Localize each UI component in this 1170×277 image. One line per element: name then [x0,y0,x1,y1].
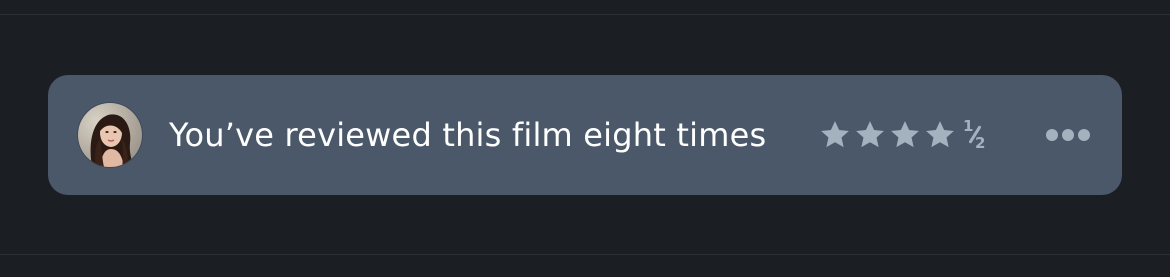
star-icon [856,121,884,148]
more-horizontal-icon [1062,129,1074,141]
star-icon [891,121,919,148]
half-star-label: 1 2 [960,117,990,153]
star-icon [821,121,849,148]
review-history-bar[interactable]: You’ve reviewed this film eight times 1 … [48,75,1122,195]
more-horizontal-icon [1046,129,1058,141]
half-numerator: 1 [963,117,974,135]
bottom-divider [0,254,1170,255]
more-options-button[interactable] [1040,123,1096,147]
review-count-message: You’ve reviewed this film eight times [169,116,767,154]
half-denominator: 2 [975,134,986,152]
user-avatar-photo-icon [78,103,142,167]
star-icon [926,121,954,148]
avatar[interactable] [78,103,142,167]
star-rating: 1 2 [818,117,990,153]
more-horizontal-icon [1078,129,1090,141]
top-divider [0,14,1170,15]
